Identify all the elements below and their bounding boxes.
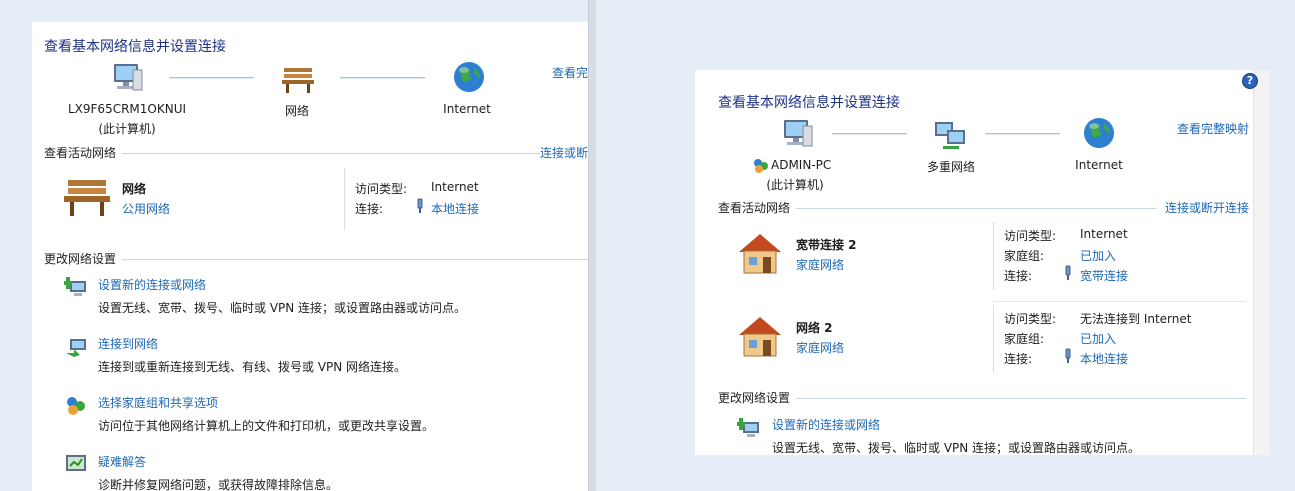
homegroup-label: 家庭组: <box>1004 249 1045 263</box>
task-link-troubleshoot[interactable]: 疑难解答 <box>98 453 146 470</box>
page-title: 查看基本网络信息并设置连接 <box>44 39 226 55</box>
network-name: 网络 2 <box>796 321 833 335</box>
homegroup-icon <box>67 397 85 415</box>
task-desc: 设置无线、宽带、拨号、临时或 VPN 连接；或设置路由器或访问点。 <box>772 441 1141 455</box>
help-button[interactable]: ? <box>1242 73 1258 89</box>
globe-icon[interactable] <box>452 60 486 94</box>
internet-label: Internet <box>443 102 491 116</box>
connection-label: 连接: <box>355 202 384 216</box>
connect-disconnect-link[interactable]: 连接或断开连接 <box>1165 199 1249 216</box>
access-type-label: 访问类型: <box>1004 312 1057 326</box>
new-connection-icon <box>64 277 86 296</box>
view-full-map-link[interactable]: 查看完整映射 <box>1177 120 1249 137</box>
local-connection-link[interactable]: 本地连接 <box>431 200 479 217</box>
network-label: 网络 <box>284 104 309 118</box>
section-divider <box>796 208 1156 209</box>
network-label: 多重网络 <box>926 160 975 174</box>
cable-icon <box>1065 348 1071 363</box>
active-networks-heading: 查看活动网络 <box>718 201 791 215</box>
new-connection-icon <box>737 418 759 437</box>
computer-note: (此计算机) <box>98 122 156 136</box>
section-divider <box>796 398 1246 399</box>
computer-icon[interactable] <box>778 118 814 152</box>
right-window: 查看基本网络信息并设置连接 查看完整映射 ADMIN-PC (此计算机) 多重网… <box>695 70 1270 455</box>
access-type-label: 访问类型: <box>1004 229 1057 243</box>
cable-icon <box>1065 265 1071 280</box>
task-desc: 诊断并修复网络问题，或获得故障排除信息。 <box>98 478 339 491</box>
task-link-setup-connection[interactable]: 设置新的连接或网络 <box>98 276 206 293</box>
section-divider <box>122 153 540 154</box>
vertical-divider <box>993 222 994 290</box>
network-type-link[interactable]: 家庭网络 <box>796 256 844 273</box>
scrollbar[interactable] <box>1253 70 1270 455</box>
broadband-connection-link[interactable]: 宽带连接 <box>1080 267 1128 284</box>
connection-label: 连接: <box>1004 352 1033 366</box>
map-connector <box>340 77 425 79</box>
active-networks-heading: 查看活动网络 <box>44 146 117 160</box>
multiple-networks-icon[interactable] <box>933 118 969 152</box>
homegroup-joined-link[interactable]: 已加入 <box>1080 330 1116 347</box>
task-desc: 连接到或重新连接到无线、有线、拨号或 VPN 网络连接。 <box>98 360 407 374</box>
network-name: 宽带连接 2 <box>796 238 857 252</box>
access-type-value: 无法连接到 Internet <box>1080 312 1192 326</box>
network-type-link[interactable]: 家庭网络 <box>796 339 844 356</box>
internet-label: Internet <box>1075 158 1123 172</box>
homegroup-joined-link[interactable]: 已加入 <box>1080 247 1116 264</box>
change-settings-heading: 更改网络设置 <box>718 391 791 405</box>
task-link-homegroup[interactable]: 选择家庭组和共享选项 <box>98 394 218 411</box>
left-window: 查看基本网络信息并设置连接 查看完 LX9F65CRM1OKNUI (此计算机)… <box>32 22 588 491</box>
local-connection-link[interactable]: 本地连接 <box>1080 350 1128 367</box>
access-type-value: Internet <box>431 180 479 194</box>
computer-note: (此计算机) <box>766 178 824 192</box>
task-desc: 设置无线、宽带、拨号、临时或 VPN 连接；或设置路由器或访问点。 <box>98 301 467 315</box>
vertical-divider <box>344 168 345 230</box>
connect-disconnect-link[interactable]: 连接或断 <box>540 144 588 161</box>
map-connector <box>832 133 907 135</box>
connection-label: 连接: <box>1004 269 1033 283</box>
access-type-value: Internet <box>1080 227 1128 241</box>
map-connector <box>169 77 254 79</box>
connect-network-icon <box>66 339 86 357</box>
home-network-icon <box>739 234 781 274</box>
computer-name: ADMIN-PC <box>771 158 832 172</box>
view-full-map-link[interactable]: 查看完 <box>552 64 588 81</box>
troubleshoot-icon <box>66 455 86 471</box>
task-link-connect-network[interactable]: 连接到网络 <box>98 335 158 352</box>
home-network-icon <box>739 317 781 357</box>
network-type-link[interactable]: 公用网络 <box>122 200 170 217</box>
globe-icon[interactable] <box>1082 116 1116 150</box>
bench-icon <box>64 180 110 216</box>
homegroup-icon <box>754 159 768 173</box>
page-title: 查看基本网络信息并设置连接 <box>718 95 900 111</box>
task-link-setup-connection[interactable]: 设置新的连接或网络 <box>772 416 880 433</box>
window-splitter[interactable] <box>588 0 597 491</box>
bench-icon[interactable] <box>280 64 316 94</box>
cable-icon <box>417 198 423 213</box>
computer-icon[interactable] <box>108 62 144 96</box>
homegroup-label: 家庭组: <box>1004 332 1045 346</box>
network-name: 网络 <box>122 182 147 196</box>
change-settings-heading: 更改网络设置 <box>44 252 117 266</box>
section-divider <box>122 259 588 260</box>
map-connector <box>985 133 1060 135</box>
computer-name: LX9F65CRM1OKNUI <box>67 102 187 116</box>
access-type-label: 访问类型: <box>355 182 408 196</box>
vertical-divider <box>993 305 994 373</box>
task-desc: 访问位于其他网络计算机上的文件和打印机，或更改共享设置。 <box>98 419 435 433</box>
row-divider <box>993 301 1245 302</box>
